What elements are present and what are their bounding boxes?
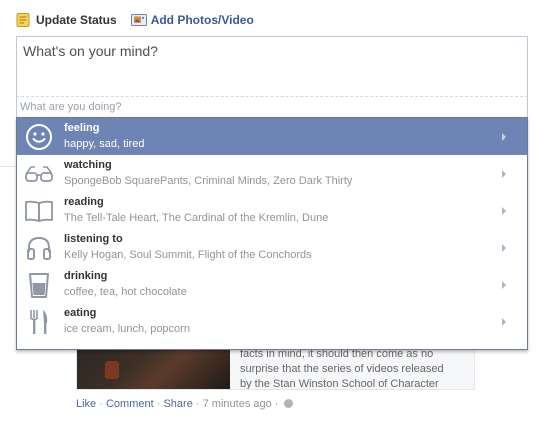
photo-icon [130, 13, 147, 27]
snippet-line: by the Stan Winston School of Character [240, 378, 439, 390]
add-photos-label: Add Photos/Video [150, 13, 254, 27]
menu-item-reading[interactable]: reading The Tell-Tale Heart, The Cardina… [17, 192, 527, 229]
item-title: reading [64, 196, 104, 208]
item-title: feeling [64, 122, 100, 134]
activity-row [16, 96, 528, 117]
item-title: watching [64, 159, 112, 171]
status-composer[interactable]: What's on your mind? [16, 36, 528, 97]
menu-item-eating[interactable]: eating ice cream, lunch, popcorn [17, 303, 527, 340]
item-examples: ice cream, lunch, popcorn [64, 323, 190, 335]
item-examples: Kelly Hogan, Soul Summit, Flight of the … [64, 249, 312, 261]
composer-tabs: Update Status Add Photos/Video [16, 10, 268, 30]
item-examples: The Tell-Tale Heart, The Cardinal of the… [64, 212, 329, 224]
snippet-line: surprise that the series of videos relea… [240, 363, 444, 375]
headphones-icon [24, 233, 54, 263]
item-examples: coffee, tea, hot chocolate [64, 286, 187, 298]
menu-item-feeling[interactable]: feeling happy, sad, tired [17, 118, 527, 155]
chevron-right-icon [502, 133, 506, 141]
item-title: drinking [64, 270, 108, 282]
share-link[interactable]: Share [163, 398, 192, 410]
chevron-right-icon [502, 207, 506, 215]
update-status-label: Update Status [36, 13, 117, 27]
add-photos-tab[interactable]: Add Photos/Video [130, 13, 254, 27]
separator: · [195, 398, 200, 410]
composer-placeholder[interactable]: What's on your mind? [23, 43, 158, 59]
update-status-tab[interactable]: Update Status [16, 13, 117, 27]
status-note-icon [16, 13, 30, 27]
item-examples: happy, sad, tired [64, 138, 145, 150]
menu-item-drinking[interactable]: drinking coffee, tea, hot chocolate [17, 266, 527, 303]
book-icon [24, 196, 54, 226]
globe-icon[interactable] [283, 399, 293, 408]
fork-knife-icon [24, 307, 54, 337]
smiley-icon [24, 122, 54, 152]
chevron-right-icon [502, 170, 506, 178]
comment-link[interactable]: Comment [106, 398, 154, 410]
menu-item-watching[interactable]: watching SpongeBob SquarePants, Criminal… [17, 155, 527, 192]
item-title: eating [64, 307, 97, 319]
activity-input[interactable] [20, 99, 510, 115]
chevron-right-icon [502, 244, 506, 252]
separator: · [274, 398, 279, 410]
cup-icon [24, 270, 54, 300]
chevron-right-icon [502, 318, 506, 326]
glasses-icon [24, 159, 54, 189]
separator: · [99, 398, 103, 410]
item-examples: SpongeBob SquarePants, Criminal Minds, Z… [64, 175, 353, 187]
activity-menu: feeling happy, sad, tired watching Spong… [16, 117, 528, 350]
feed-snippet: facts in mind, it should then come as no… [240, 347, 465, 390]
chevron-right-icon [502, 281, 506, 289]
menu-item-listening[interactable]: listening to Kelly Hogan, Soul Summit, F… [17, 229, 527, 266]
item-title: listening to [64, 233, 123, 245]
feed-divider [0, 166, 16, 167]
feed-actions: Like · Comment · Share · 7 minutes ago · [76, 398, 293, 410]
like-link[interactable]: Like [76, 398, 96, 410]
timestamp[interactable]: 7 minutes ago [203, 398, 272, 410]
separator: · [156, 398, 161, 410]
